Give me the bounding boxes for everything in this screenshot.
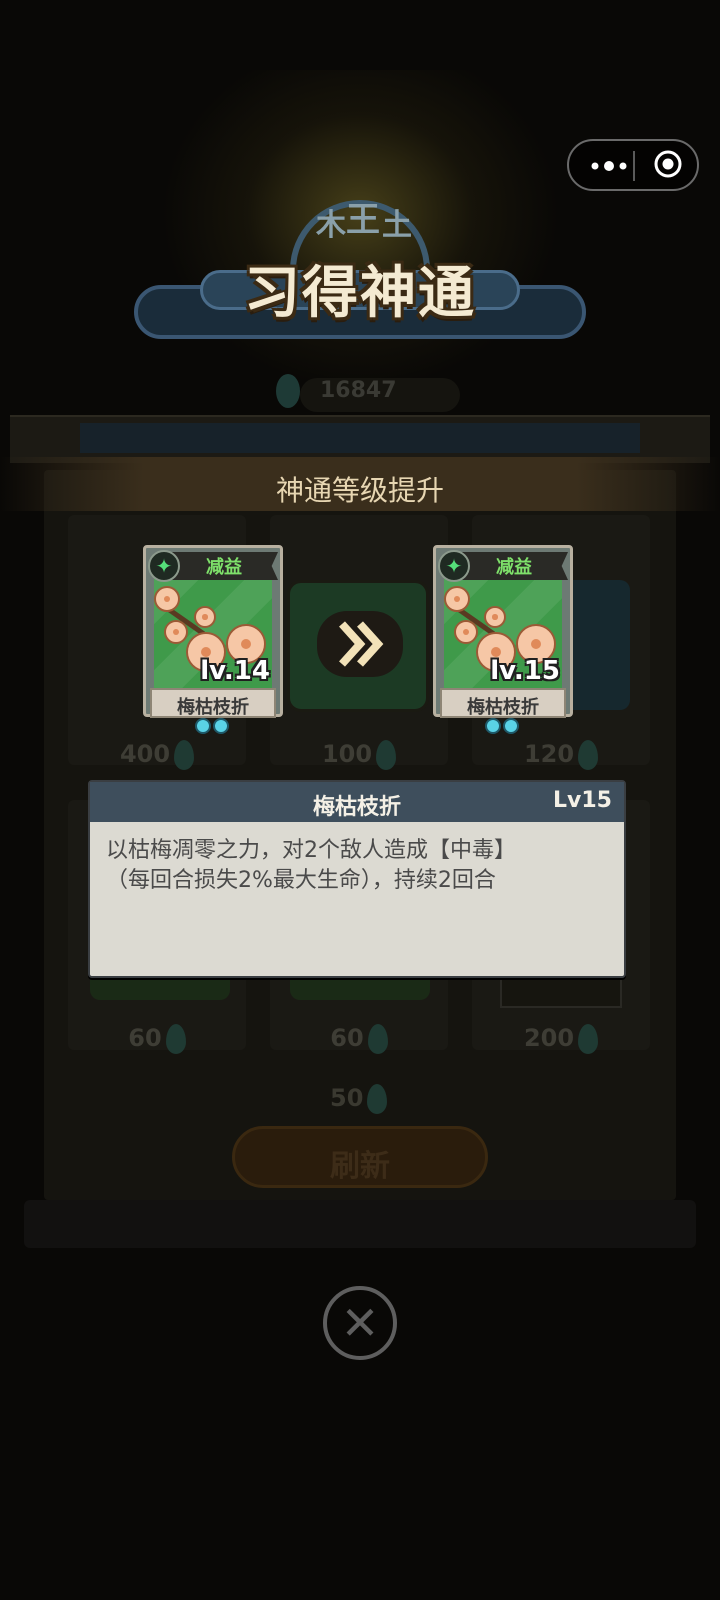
card-level: lv.14 — [200, 656, 270, 686]
jade-gem-icon — [367, 1084, 388, 1114]
jade-gem-icon — [276, 374, 300, 408]
tooltip-description-line: （每回合损失2%最大生命），持续2回合 — [106, 868, 496, 893]
jade-gem-icon — [578, 740, 599, 770]
refresh-cost: 50 — [330, 1084, 388, 1114]
background-cost: 120 — [472, 740, 650, 770]
card-name: 梅枯枝折 — [467, 697, 539, 718]
star-pip-icon — [213, 718, 229, 734]
skill-card-after[interactable]: 减益 ✦ lv.15 梅枯枝折 — [433, 545, 573, 718]
card-tag-label: 减益 — [496, 557, 532, 578]
background-cost: 60 — [270, 1024, 448, 1054]
background-cost: 100 — [270, 740, 448, 770]
capsule-divider — [633, 151, 635, 181]
banner-ornament-icon: 土 — [382, 208, 412, 243]
refresh-label: 刷新 — [330, 1149, 390, 1184]
background-cost: 400 — [68, 740, 246, 770]
card-tag-label: 减益 — [206, 557, 242, 578]
page-title: 习得神通 — [244, 261, 476, 326]
level-up-header: 神通等级提升 — [275, 474, 444, 507]
tooltip-level: Lv15 — [553, 788, 612, 813]
plum-flower-icon — [164, 620, 188, 644]
plum-flower-icon — [444, 586, 470, 612]
star-pip-icon — [503, 718, 519, 734]
card-name-plate: 梅枯枝折 — [440, 688, 566, 718]
miniprogram-capsule — [567, 139, 699, 191]
refresh-button[interactable]: 刷新 — [232, 1126, 488, 1188]
more-dots-icon[interactable] — [587, 151, 631, 181]
background-top-bar-inner — [80, 423, 640, 453]
close-button[interactable]: ✕ — [323, 1286, 397, 1360]
jade-gem-icon — [578, 1024, 599, 1054]
plum-flower-icon — [454, 620, 478, 644]
card-name: 梅枯枝折 — [177, 697, 249, 718]
card-level: lv.15 — [490, 656, 560, 686]
tooltip-description-line: 以枯梅凋零之力，对2个敌人造成【中毒】 — [106, 838, 516, 863]
banner-ornament-icon: 木 — [316, 208, 346, 243]
sparkle-star-icon: ✦ — [445, 554, 463, 578]
star-pip-icon — [485, 718, 501, 734]
background-bottom-bar — [24, 1200, 696, 1248]
background-cost: 200 — [472, 1024, 650, 1054]
plum-flower-icon — [154, 586, 180, 612]
jade-gem-icon — [165, 1024, 186, 1054]
star-pip-icon — [195, 718, 211, 734]
plum-flower-icon — [484, 606, 506, 628]
background-cost: 60 — [68, 1024, 246, 1054]
close-circle-icon: ✕ — [340, 1296, 380, 1350]
tooltip-title: 梅枯枝折 — [312, 795, 401, 820]
skill-card-before[interactable]: 减益 ✦ lv.14 梅枯枝折 — [143, 545, 283, 718]
skill-tooltip: 梅枯枝折 Lv15 以枯梅凋零之力，对2个敌人造成【中毒】 （每回合损失2%最大… — [88, 780, 626, 978]
jade-gem-icon — [367, 1024, 388, 1054]
sparkle-star-icon: ✦ — [155, 554, 173, 578]
coin-count: 16847 — [320, 378, 397, 403]
jade-gem-icon — [376, 740, 397, 770]
card-badge: ✦ — [148, 550, 180, 582]
card-badge: ✦ — [438, 550, 470, 582]
plum-flower-icon — [194, 606, 216, 628]
tooltip-description: 以枯梅凋零之力，对2个敌人造成【中毒】 （每回合损失2%最大生命），持续2回合 — [106, 836, 608, 896]
jade-gem-icon — [174, 740, 195, 770]
card-name-plate: 梅枯枝折 — [150, 688, 276, 718]
double-chevron-right-icon — [339, 621, 384, 667]
tooltip-header: 梅枯枝折 Lv15 — [90, 782, 624, 822]
target-circle-icon[interactable] — [653, 149, 683, 179]
banner-ornament-icon: 王 — [346, 200, 380, 240]
